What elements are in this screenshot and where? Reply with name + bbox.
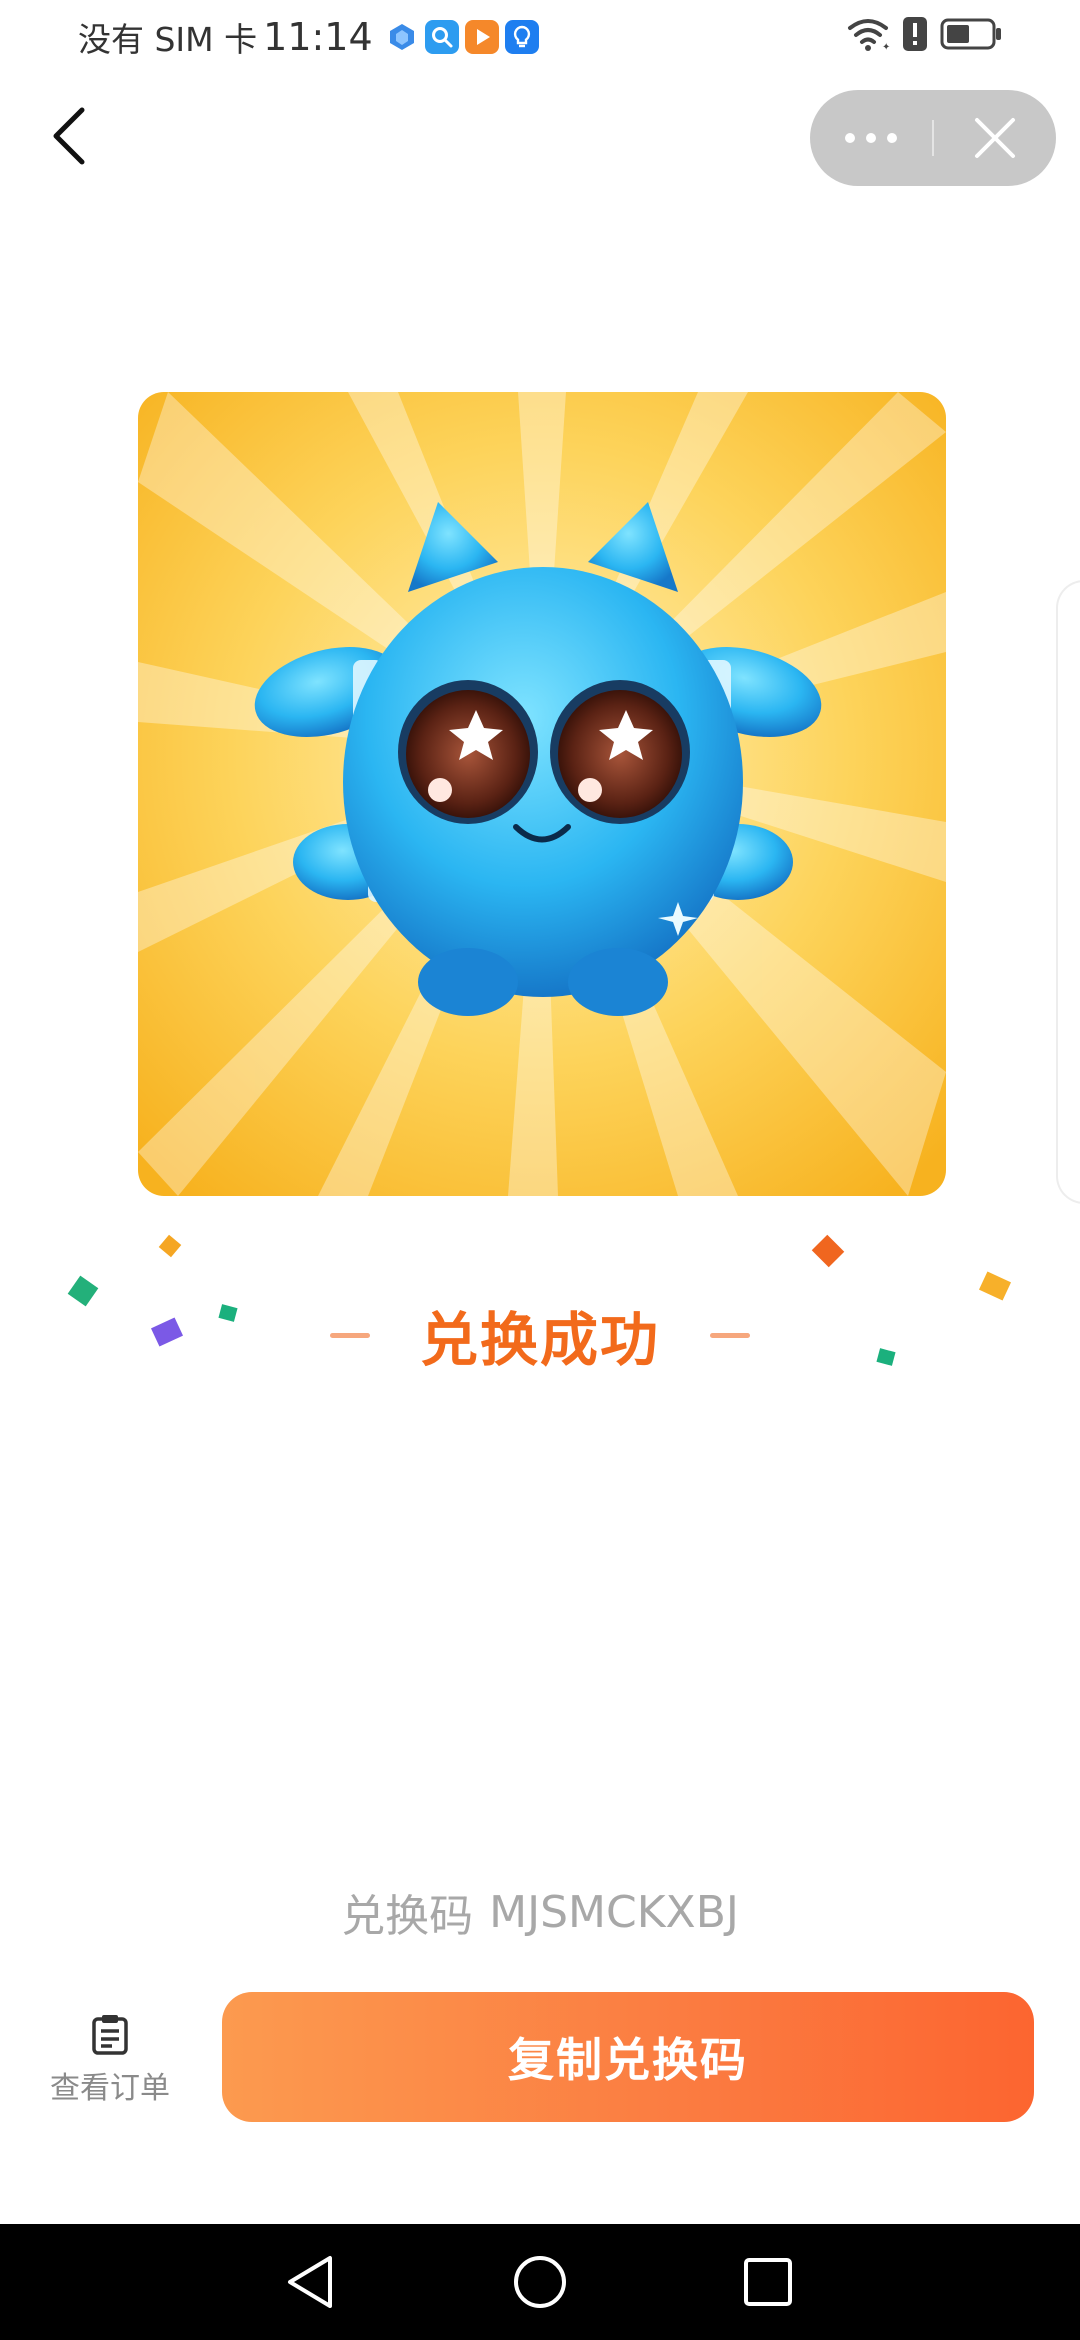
chevron-left-icon (53, 107, 85, 165)
redeem-success-page: 没有 SIM 卡 11:14 ✦ 兑换成功 兑换码 MJSMCKXBJ 查看订单… (0, 0, 1080, 2340)
view-order-button[interactable]: 查看订单 (40, 2010, 180, 2110)
close-icon (975, 118, 1015, 158)
back-button[interactable] (40, 100, 96, 172)
more-dots-icon (845, 133, 897, 143)
status-bar: 没有 SIM 卡 11:14 ✦ (0, 0, 1080, 70)
status-left: 没有 SIM 卡 11:14 (78, 12, 539, 62)
view-order-label: 查看订单 (50, 2071, 170, 2106)
svg-text:✦: ✦ (882, 42, 890, 52)
circle-home-icon (514, 2256, 566, 2308)
side-panel-edge (1056, 580, 1080, 1204)
clock: 11:14 (263, 15, 373, 59)
bulb-app-icon (504, 20, 539, 54)
success-title-row: 兑换成功 (300, 1290, 780, 1380)
alert-icon (902, 16, 928, 56)
battery-icon (940, 17, 1002, 55)
system-nav-bar (0, 2224, 1080, 2340)
carrier-text: 没有 SIM 卡 (78, 20, 258, 59)
triangle-back-icon (288, 2256, 332, 2308)
square-recents-icon (744, 2258, 792, 2306)
title-dash-left (329, 1332, 370, 1338)
wifi-icon: ✦ (846, 16, 890, 56)
redeem-code-line: 兑换码 MJSMCKXBJ (0, 1880, 1080, 1944)
blue-monster-illustration (138, 392, 946, 1196)
miniprogram-capsule (810, 90, 1056, 186)
nav-recents-button[interactable] (710, 2224, 826, 2340)
search-app-icon (424, 20, 459, 54)
redeem-code-value: MJSMCKXBJ (489, 1886, 739, 1938)
nav-home-button[interactable] (482, 2224, 598, 2340)
clipboard-icon (92, 2015, 128, 2055)
product-image (138, 392, 946, 1196)
video-app-icon (464, 20, 499, 54)
nav-back-button[interactable] (252, 2224, 368, 2340)
success-title: 兑换成功 (419, 1306, 660, 1374)
copy-code-label: 复制兑换码 (508, 2033, 748, 2087)
close-button[interactable] (934, 90, 1056, 186)
status-right: ✦ (846, 14, 1002, 58)
redeem-code-label: 兑换码 (341, 1891, 474, 1942)
app-notification-icon (385, 20, 419, 54)
title-dash-right (710, 1332, 750, 1338)
more-button[interactable] (810, 90, 932, 186)
copy-code-button[interactable]: 复制兑换码 (222, 1992, 1034, 2122)
notification-icons (385, 20, 539, 54)
